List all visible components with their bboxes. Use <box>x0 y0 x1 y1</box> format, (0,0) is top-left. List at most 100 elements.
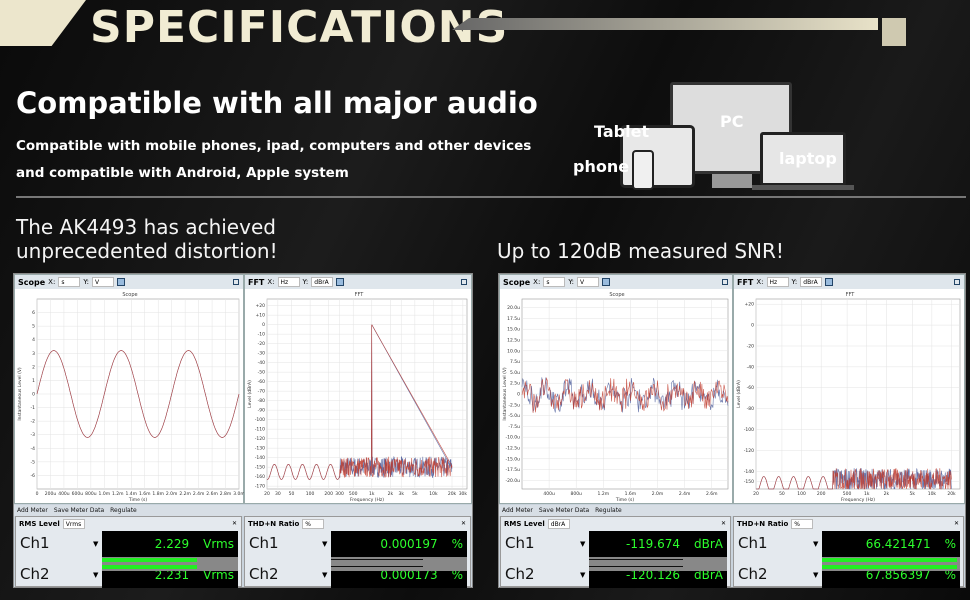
peak-line <box>331 559 424 560</box>
y-tick-label: -17.5u <box>506 467 521 473</box>
y-tick-label: -160 <box>255 474 265 480</box>
x-tick-label: 2.2m <box>179 491 191 497</box>
y-unit-select[interactable]: V <box>577 277 600 287</box>
ch1-dropdown-icon[interactable]: ▼ <box>322 540 327 548</box>
thd-close-icon[interactable]: ✕ <box>461 520 466 527</box>
thd-close-icon[interactable]: ✕ <box>954 520 959 527</box>
x-unit-select[interactable]: s <box>58 277 81 287</box>
peak-line <box>589 559 683 560</box>
ch1-readout: 2.229 Vrms <box>102 531 238 557</box>
meter-toolbar: Add Meter Save Meter Data Regulate <box>499 505 965 516</box>
x-tick-label: 2k <box>884 491 890 497</box>
fft-title: FFT <box>737 277 754 287</box>
x-tick-label: 1.6m <box>625 491 637 497</box>
scope-title: Scope <box>503 277 531 287</box>
fft-plot: FFT +20 0 -20 -40 -60 -80 -100 -120 -140 -150 20 50 1… <box>736 292 961 503</box>
title-accent-box <box>882 18 906 46</box>
settings-icon[interactable] <box>825 278 834 286</box>
subtitle-1: Compatible with mobile phones, ipad, com… <box>16 138 532 154</box>
x-tick-label: 1.2m <box>598 491 610 497</box>
rms-unit-select[interactable]: dBrA <box>547 518 570 529</box>
save-meter-data-button[interactable]: Save Meter Data <box>54 507 104 514</box>
ch2-level-bar <box>102 565 198 569</box>
y-unit-select[interactable]: dBrA <box>800 277 823 287</box>
rms-ch1-row: Ch1 ▼ -119.674 dBrA <box>501 531 730 557</box>
x-tick-label: 500 <box>349 491 358 497</box>
save-meter-data-button[interactable]: Save Meter Data <box>539 507 589 514</box>
ch2-level-bar <box>822 565 958 569</box>
y-tick-label: -130 <box>255 446 265 452</box>
pc-stand <box>712 174 752 188</box>
y-tick-label: 0 <box>751 323 754 329</box>
ch2-dropdown-icon[interactable]: ▼ <box>813 571 818 579</box>
x-tick-label: 30k <box>459 491 468 497</box>
y-tick-label: -50 <box>258 370 265 376</box>
y-tick-label: -5 <box>31 459 36 465</box>
x-tick-label: 5k <box>412 491 418 497</box>
scope-header: Scope X: s Y: V <box>15 275 243 289</box>
detach-icon[interactable] <box>233 279 239 285</box>
x-unit-select[interactable]: Hz <box>277 277 300 287</box>
y-tick-label: -12.5u <box>506 445 521 451</box>
x-tick-label: 2.6m <box>706 491 718 497</box>
x-tick-label: 2.4m <box>679 491 691 497</box>
thd-n-ratio-meter: THD+N Ratio% ✕ Ch1 ▼ 0.000197% Ch2 ▼ 0.000173% <box>244 516 471 588</box>
ch1-dropdown-icon[interactable]: ▼ <box>93 540 98 548</box>
thd-unit-select[interactable]: % <box>302 518 325 529</box>
ch2-dropdown-icon[interactable]: ▼ <box>580 571 585 579</box>
x-unit-select[interactable]: Hz <box>766 277 789 287</box>
rms-meter-title: RMS Level <box>504 519 545 528</box>
thd-meter-header: THD+N Ratio% ✕ <box>245 517 470 530</box>
ch2-dropdown-icon[interactable]: ▼ <box>322 571 327 579</box>
ch1-readout: 66.421471% <box>822 531 960 557</box>
rms-level-meter: RMS Level Vrms ✕ Ch1 ▼ 2.229 Vrms Ch2 ▼ 2.231 Vrms <box>15 516 242 588</box>
regulate-button[interactable]: Regulate <box>110 507 137 514</box>
x-tick-label: 500 <box>843 491 852 497</box>
x-tick-label: 200 <box>817 491 826 497</box>
scope-header: Scope X: s Y: V <box>500 275 732 289</box>
y-tick-label: 20.0u <box>507 305 520 311</box>
x-unit-select[interactable]: s <box>543 277 566 287</box>
x-tick-label: 2.8m <box>220 491 232 497</box>
pc-label: PC <box>720 112 744 131</box>
regulate-button[interactable]: Regulate <box>595 507 622 514</box>
rms-unit-select[interactable]: Vrms <box>62 518 85 529</box>
x-tick-label: 2.0m <box>166 491 178 497</box>
x-axis-title: Frequency (Hz) <box>350 497 384 503</box>
ch1-dropdown-icon[interactable]: ▼ <box>813 540 818 548</box>
settings-icon[interactable] <box>336 278 345 286</box>
ch1-dropdown-icon[interactable]: ▼ <box>580 540 585 548</box>
ch1-unit: % <box>451 537 463 551</box>
caption-left-1: The AK4493 has achieved <box>16 215 276 239</box>
x-tick-label: 1.4m <box>125 491 137 497</box>
y-unit-select[interactable]: dBrA <box>311 277 334 287</box>
add-meter-button[interactable]: Add Meter <box>17 507 48 514</box>
x-tick-label: 30 <box>275 491 281 497</box>
y-tick-label: -2 <box>31 419 36 425</box>
thd-unit-select[interactable]: % <box>791 518 814 529</box>
detach-icon[interactable] <box>461 279 467 285</box>
x-tick-label: 20k <box>448 491 457 497</box>
scope-plot: Scope 6 5 4 3 2 1 0 -1 -2 -3 -4 -5 -6 0 200u 400u 600u 800… <box>17 292 245 503</box>
y-axis-label: Y: <box>302 278 309 286</box>
phone-label: phone <box>573 157 630 176</box>
add-meter-button[interactable]: Add Meter <box>502 507 533 514</box>
detach-icon[interactable] <box>722 279 728 285</box>
y-tick-label: 2 <box>32 364 35 370</box>
ch2-label: Ch2 <box>249 565 279 583</box>
rms-close-icon[interactable]: ✕ <box>232 520 237 527</box>
ch2-dropdown-icon[interactable]: ▼ <box>93 571 98 579</box>
y-tick-label: 17.5u <box>507 316 520 322</box>
settings-icon[interactable] <box>117 278 126 286</box>
settings-icon[interactable] <box>602 278 611 286</box>
detach-icon[interactable] <box>954 279 960 285</box>
y-tick-label: -100 <box>744 427 754 433</box>
y-tick-label: 3 <box>32 351 35 357</box>
ch1-label: Ch1 <box>738 534 768 552</box>
y-unit-select[interactable]: V <box>92 277 115 287</box>
y-tick-label: -140 <box>255 455 265 461</box>
ch1-level-bar <box>102 558 198 562</box>
y-tick-label: -60 <box>258 379 265 385</box>
rms-close-icon[interactable]: ✕ <box>721 520 726 527</box>
ch2-label: Ch2 <box>738 565 768 583</box>
